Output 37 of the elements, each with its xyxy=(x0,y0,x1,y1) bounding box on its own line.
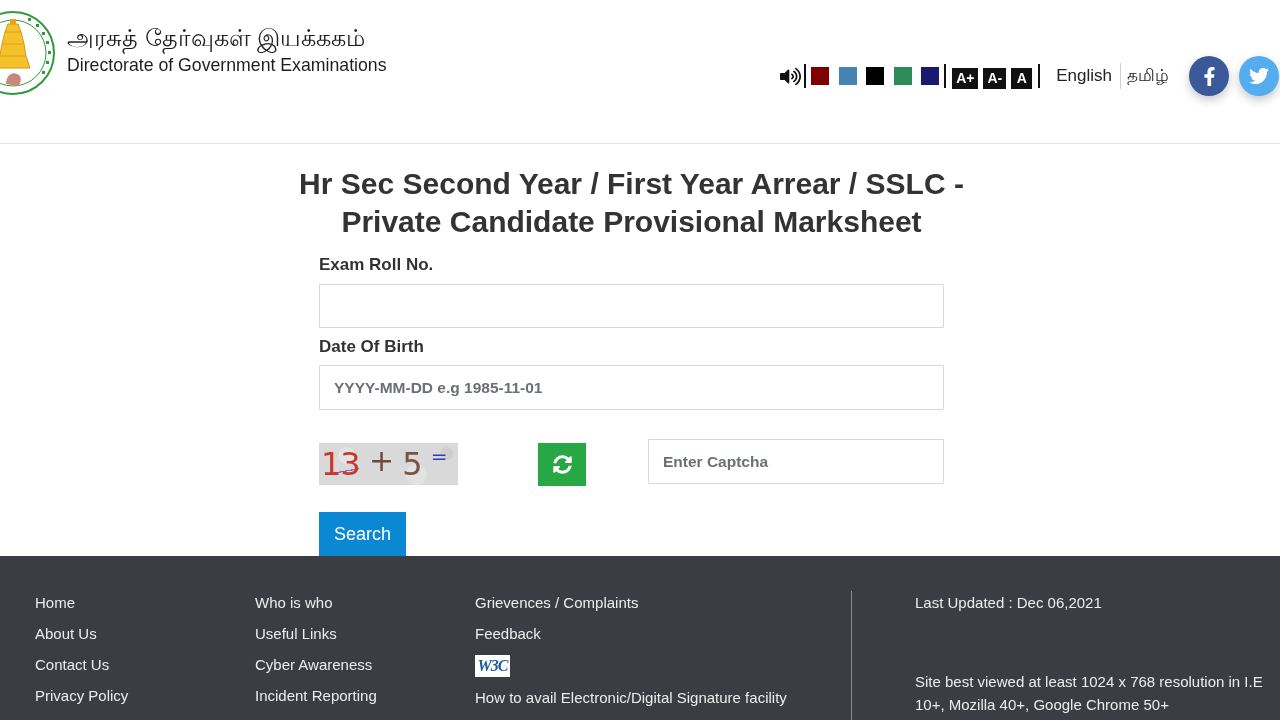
footer-link[interactable]: Feedback xyxy=(475,624,541,644)
color-swatch[interactable] xyxy=(866,67,885,85)
page-heading: Hr Sec Second Year / First Year Arrear / SSLC - Private Candidate Provisional Marksheet xyxy=(298,166,965,240)
language-link[interactable]: English xyxy=(1056,65,1112,87)
footer-link[interactable]: Home xyxy=(35,593,75,613)
footer-link[interactable]: Cyber Awareness xyxy=(255,655,373,675)
refresh-icon xyxy=(552,455,572,474)
browser-note-text: Site best viewed at least 1024 x 768 resolution in I.E 10+, Mozilla 40+, Google Chrome 50+ xyxy=(915,672,1264,715)
font-size-button[interactable]: A+ xyxy=(952,67,979,89)
refresh-button[interactable] xyxy=(538,443,586,486)
site-subtitle: Directorate of Government Examinations xyxy=(67,55,387,75)
language-link[interactable]: தமிழ் xyxy=(1127,65,1169,87)
field-label: Date Of Birth xyxy=(319,336,424,358)
input-field[interactable]: YYYY-MM-DD e.g 1985-11-01 xyxy=(319,365,944,410)
footer-link[interactable]: Incident Reporting xyxy=(255,686,377,706)
footer-link[interactable]: Useful Links xyxy=(255,624,337,644)
facebook-icon[interactable] xyxy=(1189,56,1229,96)
color-swatch[interactable] xyxy=(838,67,857,85)
search-button[interactable]: Search xyxy=(319,512,407,556)
input-field[interactable] xyxy=(319,284,944,328)
captcha-input[interactable]: Enter Captcha xyxy=(648,439,944,484)
footer-link[interactable]: Contact Us xyxy=(35,655,110,675)
footer-link[interactable]: Who is who xyxy=(255,593,333,613)
speaker-icon[interactable] xyxy=(780,66,803,86)
w3c-logo: W3C xyxy=(475,655,510,677)
footer-link[interactable]: About Us xyxy=(35,624,97,644)
color-swatch[interactable] xyxy=(811,67,830,85)
font-size-button[interactable]: A- xyxy=(983,67,1007,89)
last-updated-text: Last Updated : Dec 06,2021 xyxy=(915,593,1102,613)
footer-link[interactable]: Grievences / Complaints xyxy=(475,593,639,613)
color-swatch[interactable] xyxy=(921,67,940,85)
font-size-button[interactable]: A xyxy=(1011,67,1033,89)
site-title: அரசுத் தேர்வுகள் இயக்ககம் xyxy=(67,23,366,53)
field-label: Exam Roll No. xyxy=(319,254,434,276)
footer-link[interactable]: How to avail Electronic/Digital Signature facility xyxy=(475,688,787,708)
color-swatch[interactable] xyxy=(893,67,912,85)
footer-link[interactable]: Privacy Policy xyxy=(35,686,129,706)
